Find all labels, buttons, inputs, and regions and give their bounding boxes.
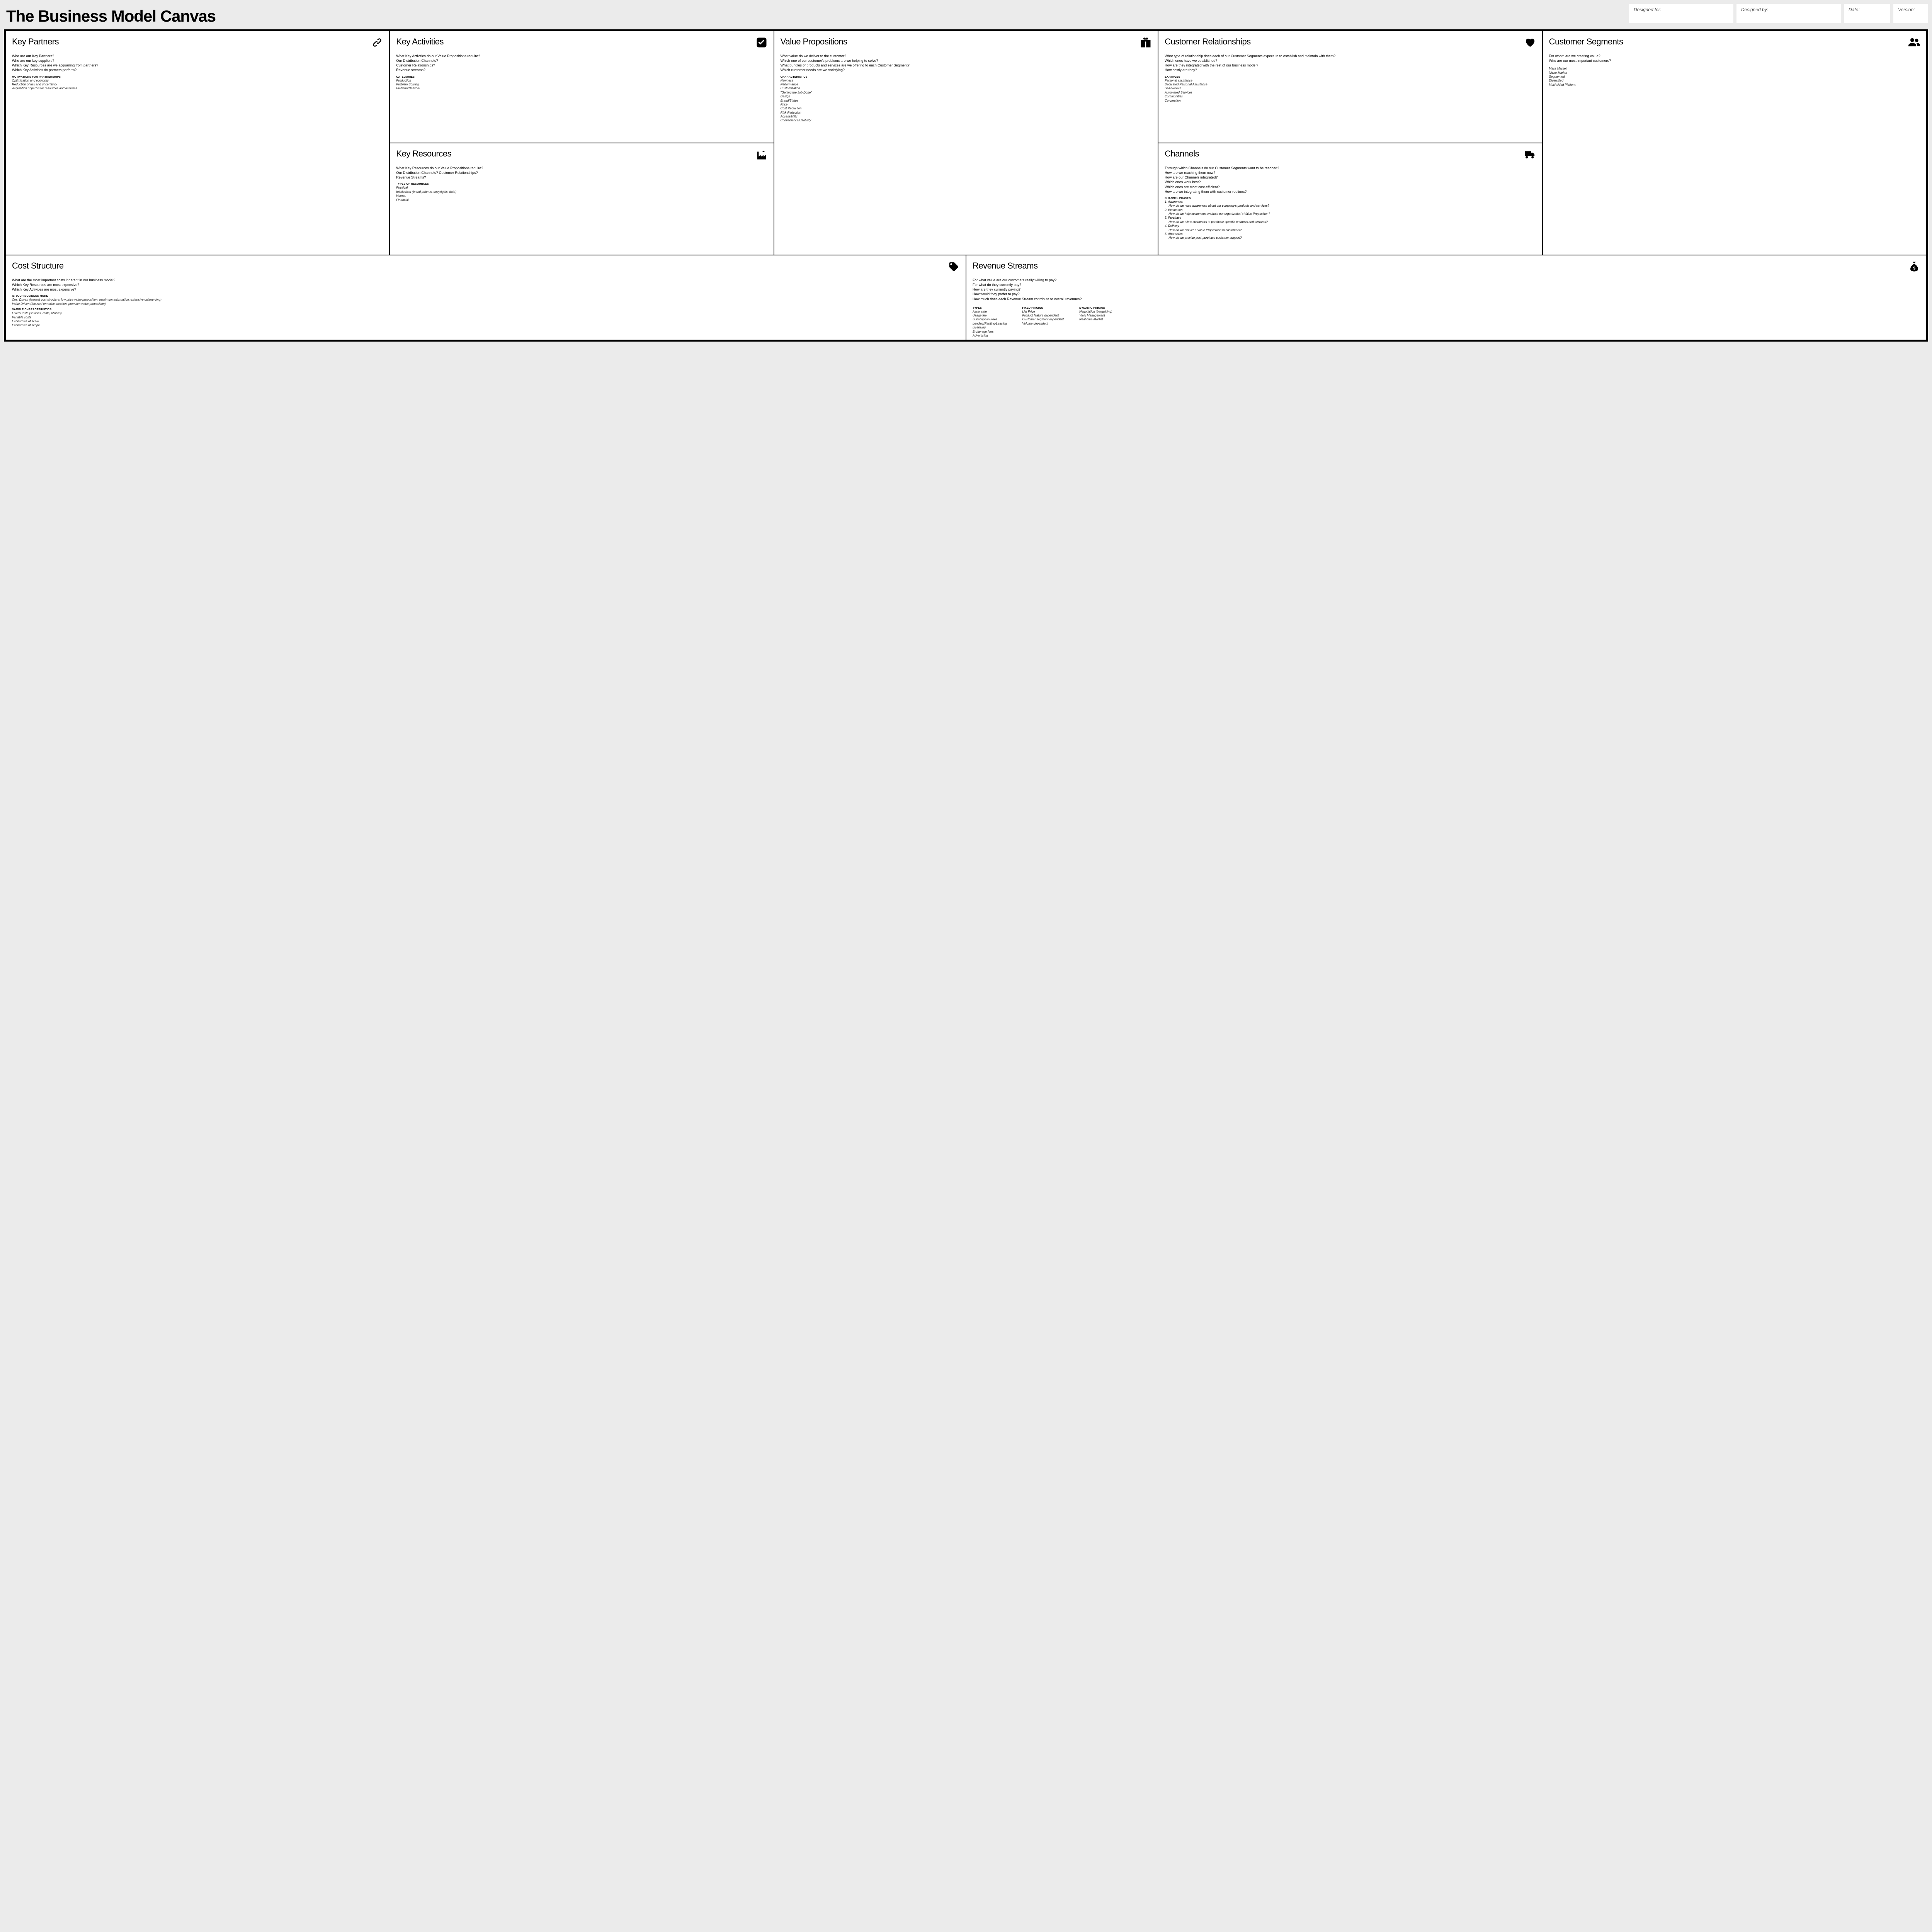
item-list: Cost Driven (leanest cost structure, low… <box>12 298 959 306</box>
subhead: Sample characteristics <box>12 308 959 311</box>
block-title: Channels <box>1165 149 1199 159</box>
checkbox-icon <box>756 37 767 48</box>
questions: What value do we deliver to the customer… <box>781 54 1151 73</box>
item-list: Asset sale Usage fee Subscription Fees L… <box>973 310 1007 338</box>
subhead: Types <box>973 307 1007 310</box>
gift-icon <box>1140 37 1151 48</box>
item-list: Production Problem Solving Platform/Netw… <box>396 79 767 91</box>
questions: For whom are we creating value? Who are … <box>1549 54 1920 63</box>
block-revenue-streams: Revenue Streams $ For what value are our… <box>966 255 1927 340</box>
item-list: Physical Intellectual (brand patents, co… <box>396 186 767 202</box>
block-customer-relationships: Customer Relationships What type of rela… <box>1158 31 1542 143</box>
block-cost-structure: Cost Structure What are the most importa… <box>5 255 966 340</box>
block-title: Customer Segments <box>1549 37 1623 47</box>
factory-icon <box>756 149 767 160</box>
block-key-partners: Key Partners Who are our Key Partners? W… <box>5 31 389 255</box>
version-box: Version: <box>1893 4 1928 23</box>
subhead: Categories <box>396 76 767 78</box>
truck-icon <box>1524 149 1536 160</box>
subhead: Dynamic pricing <box>1079 307 1112 310</box>
subhead: Channel phases <box>1165 197 1536 200</box>
block-title: Key Partners <box>12 37 59 47</box>
block-title: Key Activities <box>396 37 444 47</box>
item-list: Mass Market Niche Market Segmented Diver… <box>1549 67 1920 87</box>
item-list: List Price Product feature dependent Cus… <box>1022 310 1064 326</box>
block-channels: Channels Through which Channels do our C… <box>1158 143 1542 255</box>
link-icon <box>371 37 383 48</box>
designed-by-box: Designed by: <box>1736 4 1841 23</box>
questions: What type of relationship does each of o… <box>1165 54 1536 73</box>
block-customer-segments: Customer Segments For whom are we creati… <box>1543 31 1927 255</box>
meta-boxes: Designed for: Designed by: Date: Version… <box>1629 4 1928 23</box>
questions: For what value are our customers really … <box>973 278 1920 301</box>
block-title: Cost Structure <box>12 261 64 271</box>
date-box: Date: <box>1844 4 1890 23</box>
block-title: Value Propositions <box>781 37 847 47</box>
phase-list: 1. AwarenessHow do we raise awareness ab… <box>1165 200 1536 240</box>
item-list: Optimization and economy Reduction of ri… <box>12 79 383 91</box>
people-icon <box>1908 37 1920 48</box>
moneybag-icon: $ <box>1908 261 1920 272</box>
subhead: Characteristics <box>781 76 1151 78</box>
subhead: Types of resources <box>396 183 767 185</box>
page-title: The Business Model Canvas <box>4 4 216 26</box>
item-list: Newness Performance Customization "Getti… <box>781 79 1151 123</box>
block-key-activities: Key Activities What Key Activities do ou… <box>389 31 774 143</box>
block-value-propositions: Value Propositions What value do we deli… <box>774 31 1158 255</box>
header: The Business Model Canvas Designed for: … <box>4 4 1928 26</box>
block-title: Revenue Streams <box>973 261 1038 271</box>
subhead: Is your business more <box>12 295 959 298</box>
subhead: Motivations for partnerships <box>12 76 383 78</box>
questions: What Key Resources do our Value Proposit… <box>396 166 767 180</box>
canvas-grid: Key Partners Who are our Key Partners? W… <box>4 29 1928 342</box>
questions: What are the most important costs inhere… <box>12 278 959 292</box>
designed-for-box: Designed for: <box>1629 4 1733 23</box>
subhead: Fixed pricing <box>1022 307 1064 310</box>
questions: Who are our Key Partners? Who are our ke… <box>12 54 383 73</box>
revenue-columns: Types Asset sale Usage fee Subscription … <box>973 304 1920 338</box>
item-list: Personal assistance Dedicated Personal A… <box>1165 79 1536 103</box>
tag-icon <box>948 261 959 272</box>
item-list: Negotiation (bargaining) Yield Managemen… <box>1079 310 1112 322</box>
block-key-resources: Key Resources What Key Resources do our … <box>389 143 774 255</box>
subhead: Examples <box>1165 76 1536 78</box>
block-title: Key Resources <box>396 149 451 159</box>
heart-icon <box>1524 37 1536 48</box>
questions: Through which Channels do our Customer S… <box>1165 166 1536 194</box>
questions: What Key Activities do our Value Proposi… <box>396 54 767 73</box>
item-list: Fixed Costs (salaries, rents, utilities)… <box>12 311 959 328</box>
block-title: Customer Relationships <box>1165 37 1251 47</box>
svg-text:$: $ <box>1913 266 1916 271</box>
